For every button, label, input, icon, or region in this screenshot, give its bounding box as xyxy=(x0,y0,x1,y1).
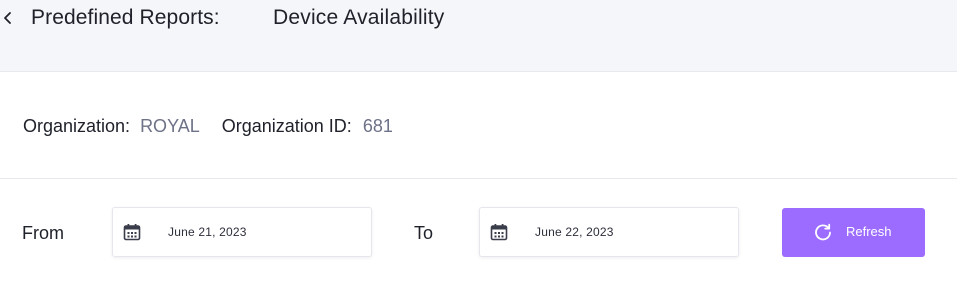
calendar-icon xyxy=(123,224,141,241)
divider xyxy=(0,178,957,179)
from-label: From xyxy=(22,223,64,243)
back-button[interactable] xyxy=(0,7,16,29)
organization-info: Organization: ROYAL Organization ID: 681 xyxy=(23,116,393,137)
from-date-value: June 21, 2023 xyxy=(168,225,247,239)
to-date-picker[interactable]: June 22, 2023 xyxy=(479,207,739,257)
chevron-left-icon xyxy=(4,12,11,24)
report-card: Organization: ROYAL Organization ID: 681… xyxy=(0,71,957,281)
to-label: To xyxy=(414,223,434,243)
page-title: Device Availability xyxy=(273,6,445,29)
organization-id-value: 681 xyxy=(362,116,393,136)
calendar-icon xyxy=(490,224,508,241)
page-header: Predefined Reports: Device Availability xyxy=(0,0,957,40)
page-title-label: Predefined Reports: xyxy=(31,6,220,29)
from-date-picker[interactable]: June 21, 2023 xyxy=(112,207,372,257)
organization-id-label: Organization ID: xyxy=(221,116,352,136)
organization-value: ROYAL xyxy=(140,116,200,136)
refresh-button[interactable]: Refresh xyxy=(782,208,925,257)
refresh-button-label: Refresh xyxy=(846,224,892,239)
refresh-icon xyxy=(815,223,831,241)
organization-label: Organization: xyxy=(23,116,131,136)
to-date-value: June 22, 2023 xyxy=(535,225,614,239)
